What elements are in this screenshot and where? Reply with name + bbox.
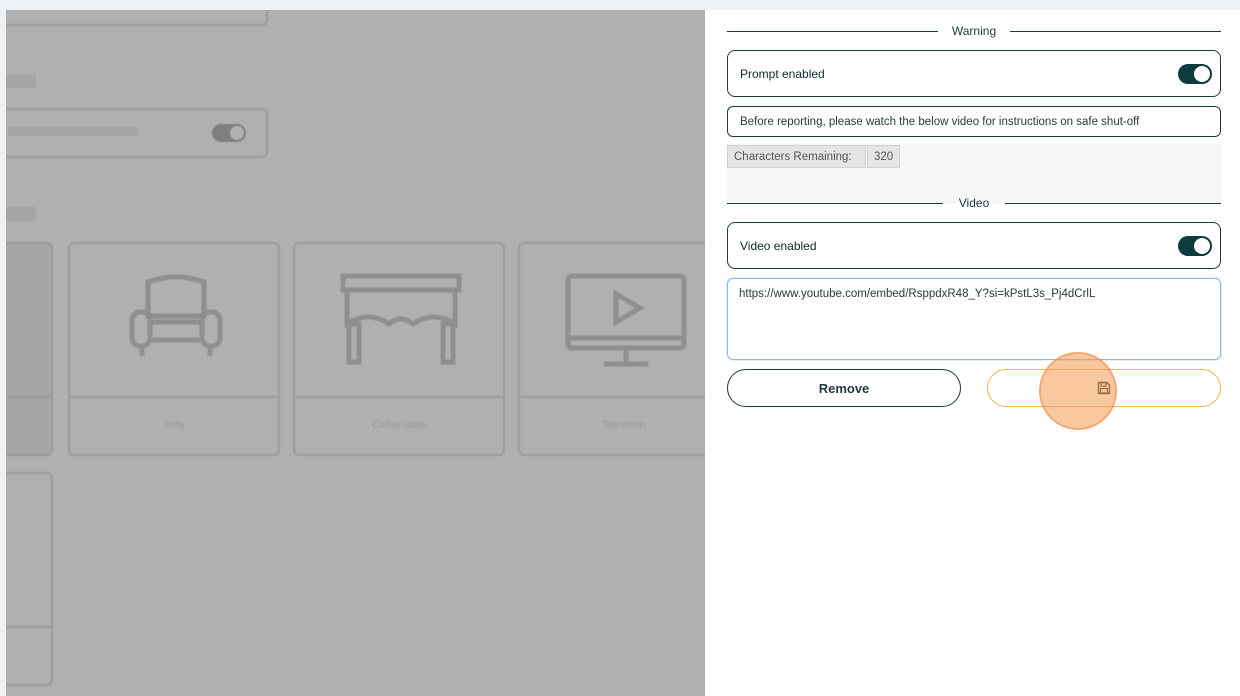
settings-panel: Warning Prompt enabled Before reporting,…	[705, 10, 1240, 696]
background-card-television: Television	[518, 242, 705, 456]
card-label-sofa: Sofa	[163, 420, 185, 431]
video-section-title: Video	[727, 193, 1222, 213]
card-label-television: Television	[602, 420, 646, 431]
video-enabled-row: Video enabled	[727, 222, 1221, 269]
video-enabled-toggle[interactable]	[1178, 235, 1212, 256]
background-heading	[6, 74, 36, 88]
background-card-sofa: Sofa	[68, 242, 280, 456]
remove-button[interactable]: Remove	[727, 369, 961, 407]
card-label-coffee-table: Coffee table	[372, 420, 426, 431]
prompt-enabled-label: Prompt enabled	[740, 66, 825, 81]
prompt-text-input[interactable]: Before reporting, please watch the below…	[727, 106, 1221, 137]
background-card	[6, 242, 53, 456]
warning-section-title: Warning	[727, 21, 1221, 41]
background-toggle-field	[6, 108, 268, 158]
background-field-top	[6, 10, 268, 26]
characters-remaining-value: 320	[867, 145, 901, 168]
background-page-overlay: Sofa Coffee table Television	[6, 10, 705, 696]
armchair-icon	[129, 274, 223, 356]
characters-remaining-label: Characters Remaining:	[727, 145, 866, 168]
background-card-coffee-table: Coffee table	[293, 242, 505, 456]
background-heading-2	[6, 207, 36, 221]
click-indicator	[1039, 352, 1117, 430]
prompt-enabled-row: Prompt enabled	[727, 50, 1221, 97]
video-enabled-label: Video enabled	[740, 238, 817, 253]
television-icon	[565, 273, 687, 367]
video-url-input[interactable]: https://www.youtube.com/embed/RsppdxR48_…	[727, 278, 1221, 360]
prompt-enabled-toggle[interactable]	[1178, 63, 1212, 84]
background-card-lower	[6, 472, 53, 686]
coffee-table-icon	[340, 273, 462, 365]
